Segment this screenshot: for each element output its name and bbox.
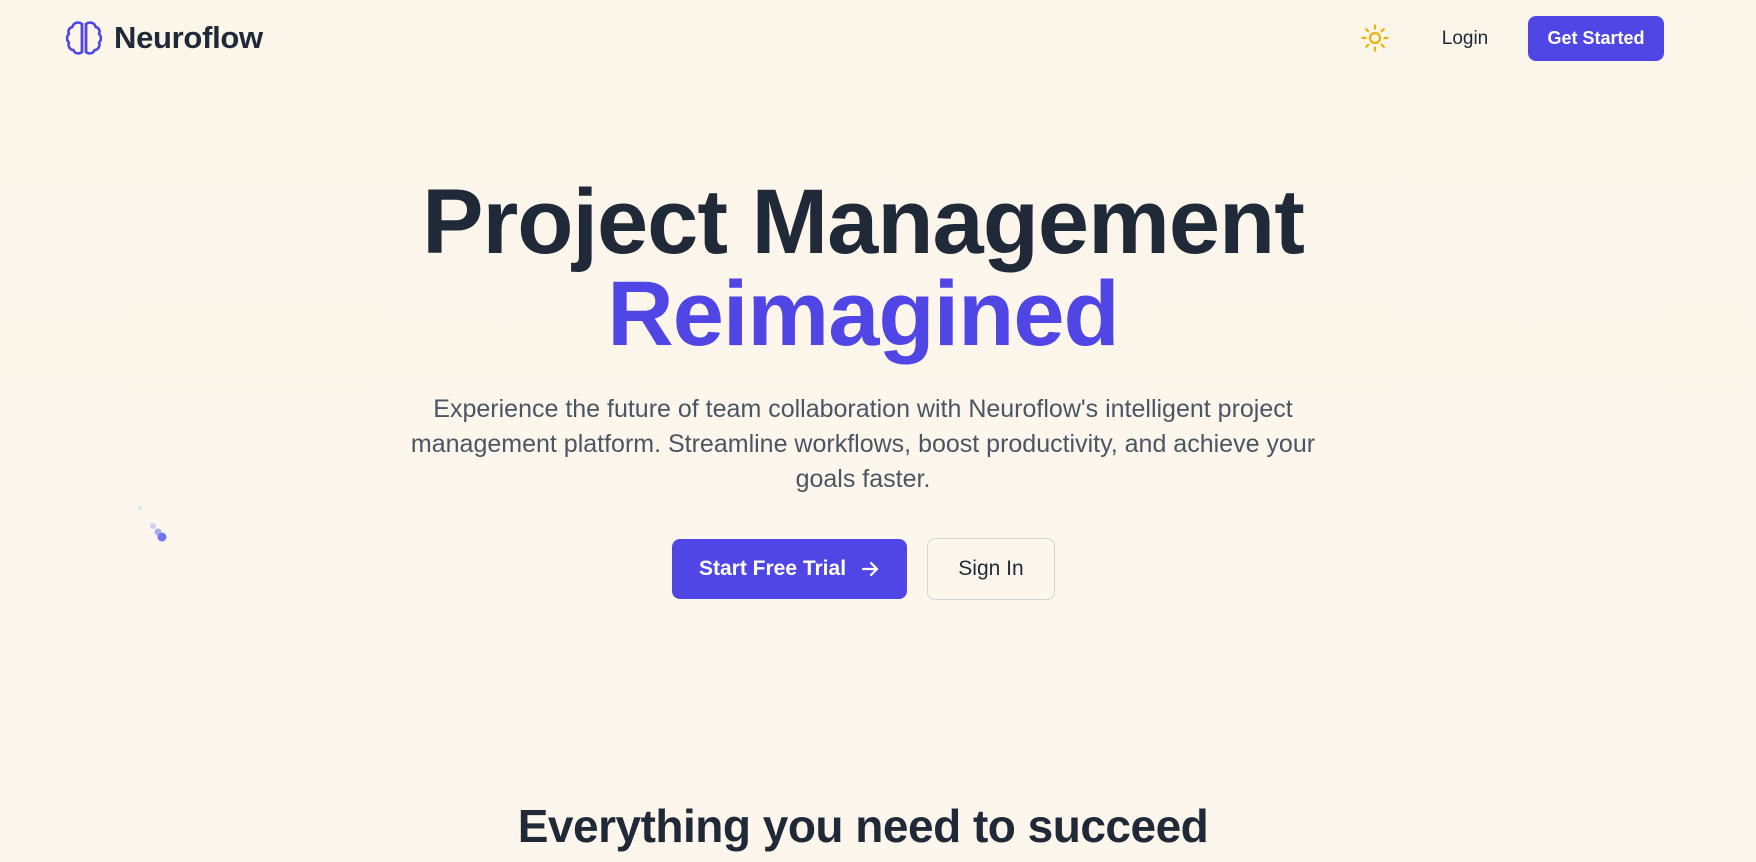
site-header: Neuroflow Login Get Started	[0, 0, 1756, 78]
features-section-title: Everything you need to succeed	[517, 800, 1209, 852]
sign-in-button[interactable]: Sign In	[927, 538, 1055, 600]
hero-title-line1: Project Management	[422, 171, 1305, 273]
brand-name: Neuroflow	[114, 20, 263, 55]
cursor-trail-decoration	[130, 494, 167, 542]
arrow-right-icon	[861, 561, 879, 577]
login-link[interactable]: Login	[1420, 24, 1510, 54]
hero-cta-group: Start Free Trial Sign In	[672, 538, 1055, 600]
start-free-trial-button[interactable]: Start Free Trial	[672, 539, 907, 599]
start-free-trial-label: Start Free Trial	[698, 557, 847, 580]
landing-page: Neuroflow Login Get Started Project Mana…	[0, 0, 1756, 862]
get-started-button[interactable]: Get Started	[1528, 16, 1664, 61]
brain-icon	[65, 21, 103, 55]
hero-description: Experience the future of team collaborat…	[410, 395, 1316, 493]
hero-title-line2: Reimagined	[607, 263, 1119, 365]
brand-logo-link[interactable]: Neuroflow	[64, 18, 263, 58]
hero-title: Project Management Reimagined	[0, 176, 1726, 360]
theme-toggle-button[interactable]	[1358, 21, 1392, 55]
sun-icon	[1361, 24, 1389, 52]
